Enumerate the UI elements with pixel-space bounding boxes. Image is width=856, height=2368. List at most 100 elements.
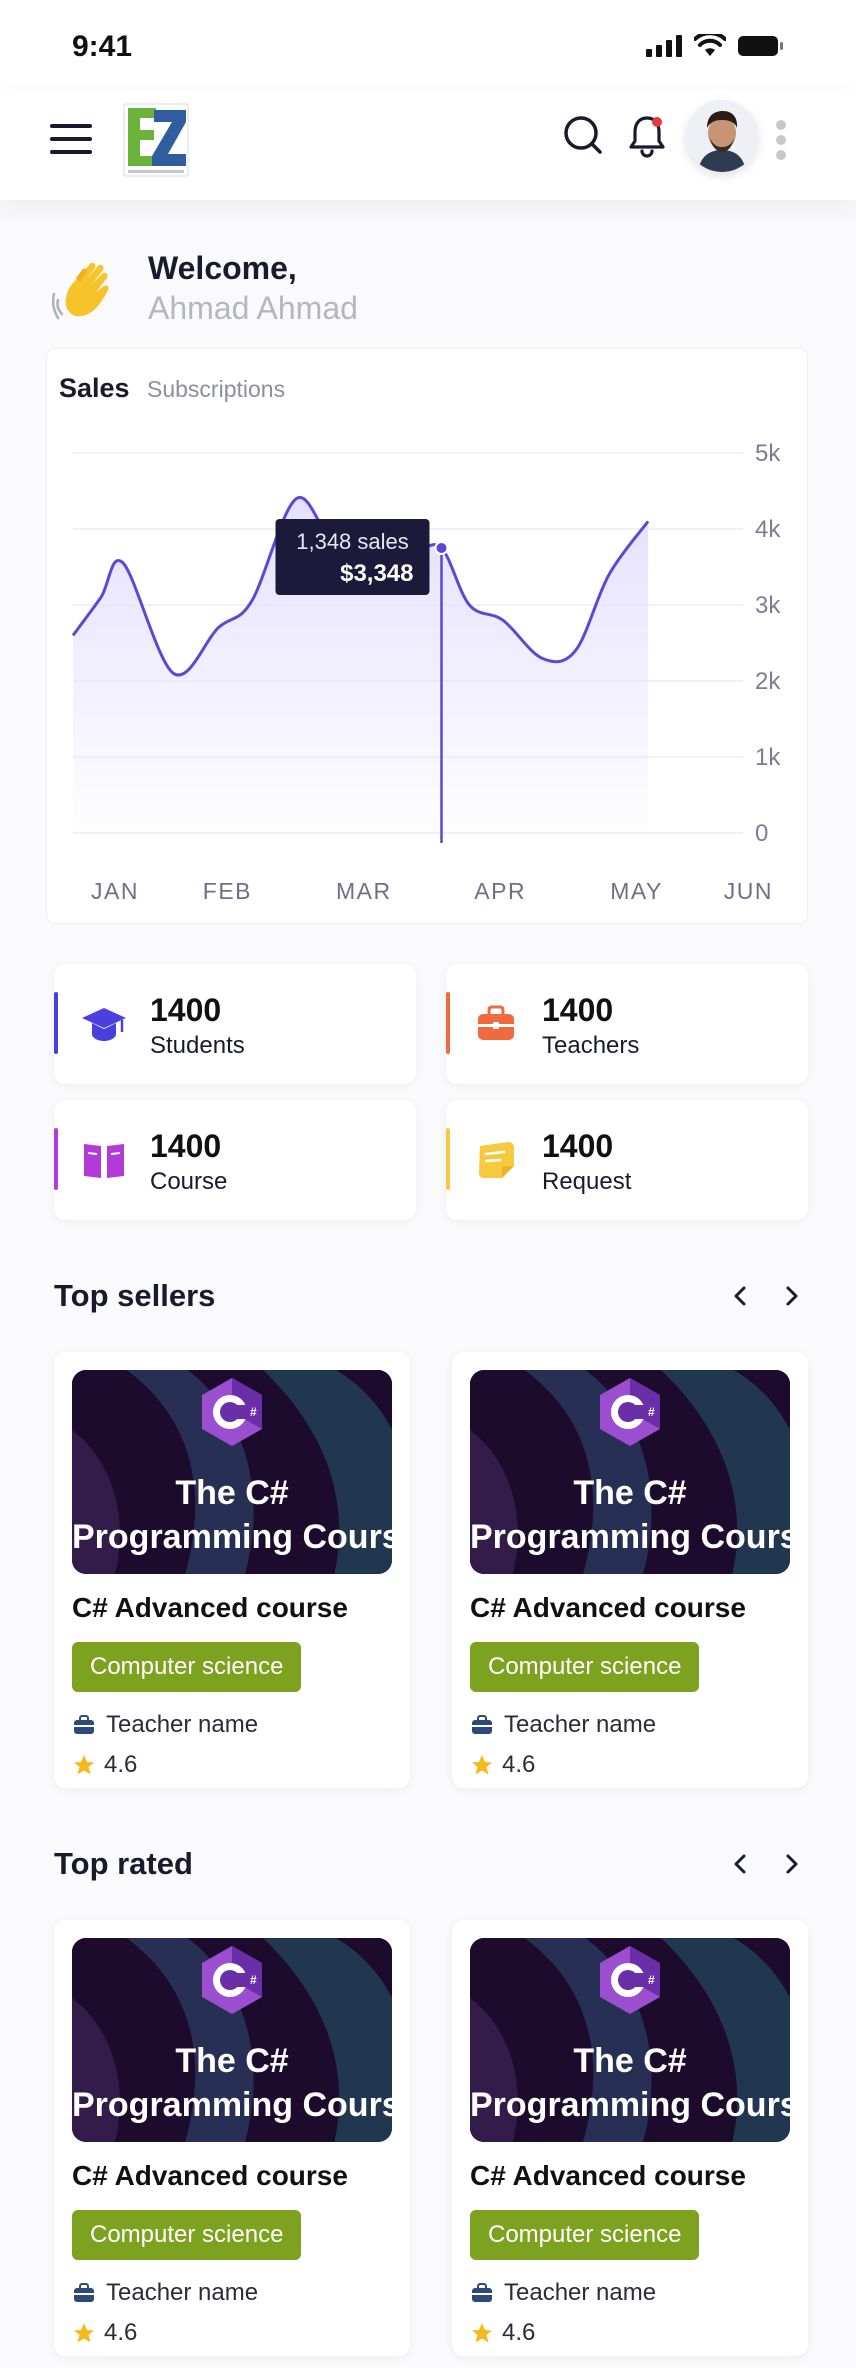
teacher-name: Teacher name [106,2279,259,2306]
thumbnail-title-line1: The C# [573,1474,687,1512]
course-card[interactable]: # The C# Programming Course C# Advanced … [54,1920,410,2356]
user-avatar[interactable] [686,100,758,172]
teacher-info[interactable]: Teacher name [470,2278,656,2308]
category-tag[interactable]: Computer science [470,1642,700,1692]
x-tick-label: JAN [91,878,139,904]
x-tick-label: JUN [724,878,773,904]
y-tick-label: 5k [755,440,781,467]
highlight-point [434,541,449,555]
graduation-cap-icon [82,1008,126,1041]
notification-bell-icon[interactable] [626,112,668,158]
teacher-name: Teacher name [504,1711,657,1738]
cellular-signal-icon [646,35,682,57]
stat-card-course[interactable]: 1400 Course [54,1100,416,1220]
stat-value: 1400 [150,1128,222,1164]
sales-chart[interactable]: 5k 4k 3k 2k 1k 0 1,348 sales $3,348 JAN FEB MAR APR… [47,349,809,925]
stat-label: Request [542,1168,632,1195]
section-title-top-sellers: Top sellers [54,1278,216,1313]
briefcase-icon [478,1005,514,1040]
course-thumbnail: # The C# Programming Course [72,1370,392,1574]
more-options-icon[interactable] [774,120,788,160]
user-photo-icon [686,100,758,172]
y-tick-label: 3k [755,592,781,619]
thumbnail-title-line1: The C# [175,2042,289,2080]
thumbnail-title-line1: The C# [175,1474,289,1512]
course-thumbnail: # The C# Programming Course [72,1938,392,2142]
stat-value: 1400 [150,992,222,1028]
tab-subscriptions[interactable]: Subscriptions [147,376,285,403]
svg-text:#: # [648,1973,655,1987]
tooltip-amount: $3,348 [340,560,413,587]
chevron-right-icon[interactable] [778,1850,806,1878]
x-tick-label: MAR [336,878,392,904]
accent-bar [446,992,450,1054]
rating-value: 4.6 [502,2319,536,2346]
y-tick-label: 2k [755,668,781,695]
chevron-left-icon[interactable] [726,1282,754,1310]
thumbnail-title-line1: The C# [573,2042,687,2080]
tab-sales[interactable]: Sales [59,373,130,404]
wifi-icon [694,34,726,56]
course-card[interactable]: # The C# Programming Course C# Advanced … [54,1352,410,1788]
stat-card-request[interactable]: 1400 Request [446,1100,808,1220]
rating-value: 4.6 [502,1751,536,1778]
stat-value: 1400 [542,992,614,1028]
category-tag[interactable]: Computer science [72,2210,302,2260]
search-icon[interactable] [562,114,604,156]
course-rating: 4.6 [72,1750,137,1780]
thumbnail-title-line2: Programming Course [72,1518,392,1556]
y-tick-label: 0 [755,820,768,847]
chevron-left-icon[interactable] [726,1850,754,1878]
star-icon [472,1755,492,1775]
status-time: 9:41 [72,30,133,63]
teacher-info[interactable]: Teacher name [470,1710,656,1740]
teacher-name: Teacher name [106,1711,259,1738]
course-card[interactable]: # The C# Programming Course C# Advanced … [452,1352,808,1788]
course-rating: 4.6 [470,2318,535,2348]
category-tag[interactable]: Computer science [72,1642,302,1692]
app-header [0,90,856,200]
star-icon [472,2323,492,2343]
section-title-top-rated: Top rated [54,1846,193,1881]
status-bar: 9:41 [0,0,856,90]
svg-text:#: # [250,1973,257,1987]
rating-value: 4.6 [104,1751,138,1778]
status-icons [646,34,784,58]
x-tick-label: FEB [203,878,252,904]
star-icon [74,1755,94,1775]
course-card[interactable]: # The C# Programming Course C# Advanced … [452,1920,808,2356]
ez-logo[interactable] [120,100,192,182]
svg-text:#: # [648,1405,655,1419]
teacher-info[interactable]: Teacher name [72,2278,258,2308]
course-thumbnail: # The C# Programming Course [470,1370,790,1574]
stat-card-students[interactable]: 1400 Students [54,964,416,1084]
y-tick-label: 1k [755,744,781,771]
teacher-name: Teacher name [504,2279,657,2306]
y-tick-label: 4k [755,516,781,543]
teacher-briefcase-icon [472,1715,492,1734]
svg-text:#: # [250,1405,257,1419]
accent-bar [54,992,58,1054]
course-title: C# Advanced course [72,2160,348,2191]
rating-value: 4.6 [104,2319,138,2346]
course-rating: 4.6 [72,2318,137,2348]
category-tag[interactable]: Computer science [470,2210,700,2260]
x-tick-label: MAY [610,878,663,904]
stat-label: Course [150,1168,228,1195]
chevron-right-icon[interactable] [778,1282,806,1310]
teacher-info[interactable]: Teacher name [72,1710,258,1740]
course-title: C# Advanced course [72,1592,348,1623]
book-icon [84,1144,124,1178]
stat-value: 1400 [542,1128,614,1164]
stat-card-teachers[interactable]: 1400 Teachers [446,964,808,1084]
course-title: C# Advanced course [470,1592,746,1623]
teacher-briefcase-icon [74,2283,94,2302]
battery-icon [738,36,783,56]
teacher-briefcase-icon [472,2283,492,2302]
accent-bar [446,1128,450,1190]
thumbnail-title-line2: Programming Course [470,1518,790,1556]
course-title: C# Advanced course [470,2160,746,2191]
hamburger-menu-icon[interactable] [50,124,92,158]
waving-hand-icon [52,262,109,320]
accent-bar [54,1128,58,1190]
